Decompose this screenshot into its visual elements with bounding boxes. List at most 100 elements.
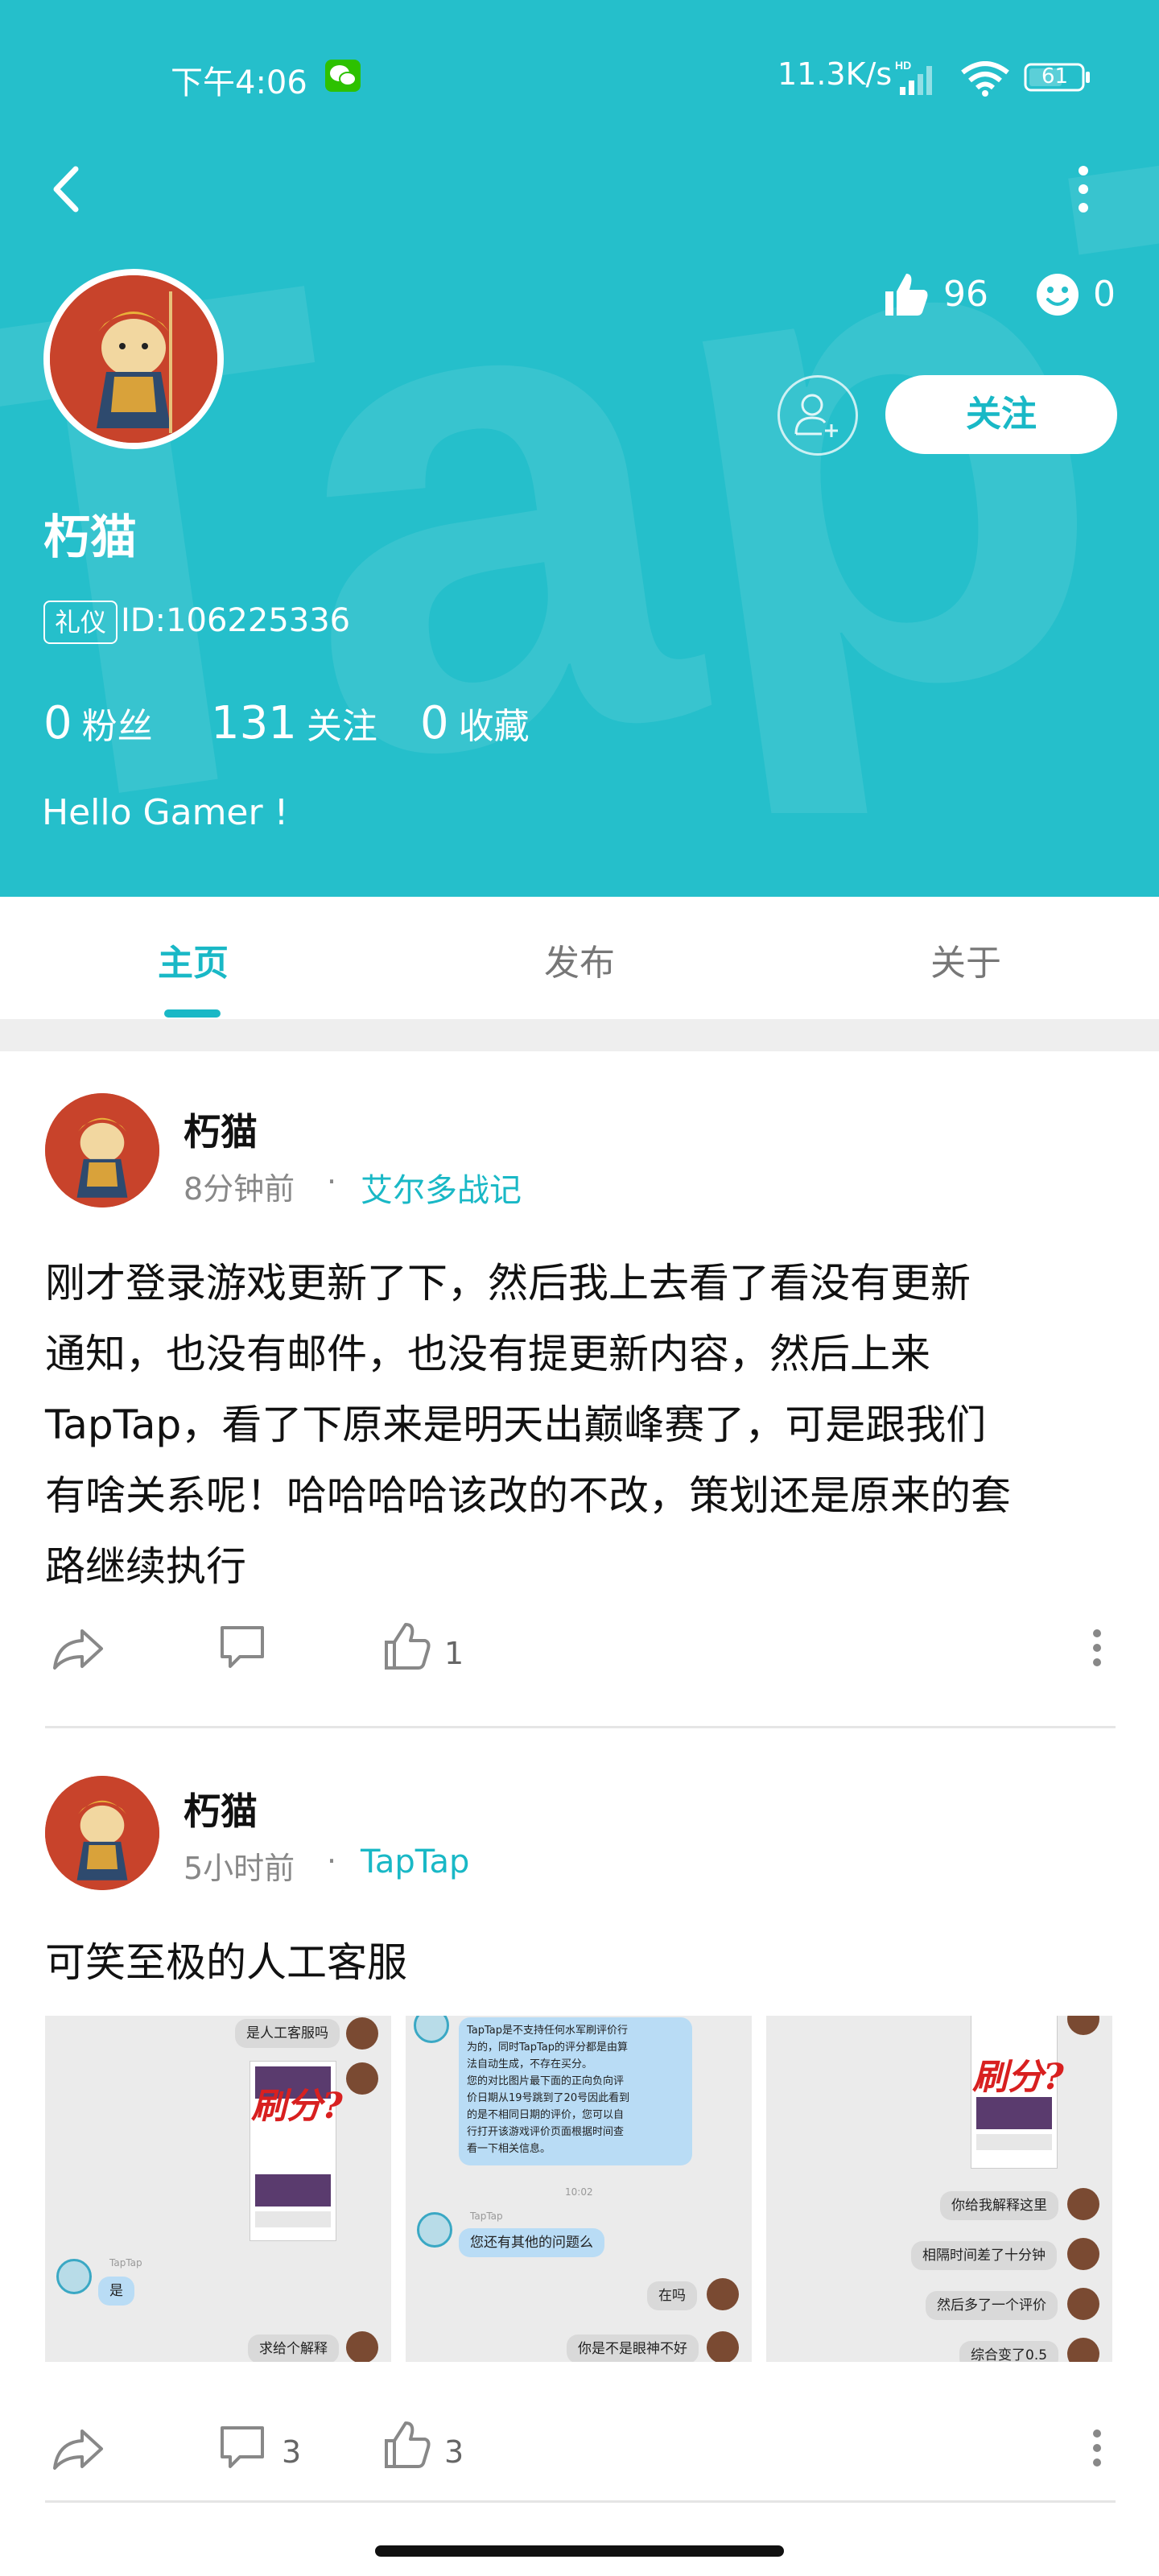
share-icon: [53, 1629, 103, 1670]
post-text-line: 可笑至极的人工客服: [45, 1939, 407, 1986]
signal-icon: HD: [895, 59, 932, 95]
section-divider: [0, 1019, 1159, 1051]
add-friend-button[interactable]: [777, 375, 858, 456]
tab-home[interactable]: 主页: [113, 934, 274, 985]
comment-icon: [221, 2426, 264, 2468]
share-button[interactable]: [50, 1624, 106, 1673]
sticker-text: 刷分?: [251, 2086, 343, 2127]
post-avatar[interactable]: [45, 1776, 159, 1890]
smile-count: 0: [1093, 274, 1116, 315]
followers-count[interactable]: 0 粉丝: [43, 697, 153, 749]
profile-tabs: 主页 发布 关于: [0, 897, 1159, 1019]
post-author[interactable]: 朽猫: [184, 1103, 258, 1156]
user-id: ID:106225336: [121, 602, 351, 639]
back-button[interactable]: [42, 161, 90, 217]
post-topic[interactable]: TapTap: [361, 1843, 469, 1880]
following-count[interactable]: 131 关注: [211, 697, 377, 749]
post-avatar[interactable]: [45, 1093, 159, 1208]
chat-bubble: 你是不是眼神不好: [567, 2334, 699, 2362]
thumbs-up-outline-icon: [385, 2421, 431, 2468]
count-number: 131: [211, 697, 297, 749]
sender-label: TapTap: [470, 2211, 503, 2222]
like-button[interactable]: [382, 2420, 431, 2470]
likes-stat: 96: [882, 267, 1043, 324]
user-name: 朽猫: [43, 510, 138, 564]
favorites-count[interactable]: 0 收藏: [420, 697, 530, 749]
status-time: 下午4:06: [171, 64, 307, 101]
network-speed: 11.3K/s: [777, 56, 893, 92]
chat-bubble-long: TapTap是不支持任何水军刷评价行 为的，同时TapTap的评分都是由算 法自…: [459, 2017, 692, 2165]
post-text-line: TapTap，看了下原来是明天出巅峰赛了，可是跟我们: [45, 1402, 987, 1448]
chat-bubble: 是: [98, 2277, 134, 2306]
chat-avatar: [1067, 2288, 1099, 2320]
avatar[interactable]: [43, 269, 224, 449]
wechat-icon: [325, 60, 361, 92]
smile-icon: [1037, 274, 1079, 316]
chat-bubble: 求给个解释: [248, 2334, 339, 2362]
thumbs-up-icon: [885, 274, 928, 316]
post-separator: [45, 1726, 1116, 1728]
comment-button[interactable]: [217, 2423, 267, 2473]
count-number: 0: [420, 697, 449, 749]
tab-posts[interactable]: 发布: [499, 934, 660, 985]
more-options-icon[interactable]: [1059, 161, 1107, 217]
home-indicator[interactable]: [375, 2545, 784, 2557]
chat-avatar: [1067, 2338, 1099, 2362]
post-more-button[interactable]: [1091, 1628, 1103, 1668]
taptap-avatar: [417, 2212, 452, 2248]
follow-button[interactable]: 关注: [885, 375, 1117, 454]
chat-avatar: [1067, 2188, 1099, 2220]
post-more-button[interactable]: [1091, 2428, 1103, 2468]
post-image-3[interactable]: 刷分? 你给我解释这里 相隔时间差了十分钟 然后多了一个评价 综合变了0.5: [766, 2016, 1112, 2362]
post-time: 5小时前: [184, 1851, 295, 1886]
post-time: 8分钟前: [184, 1171, 295, 1207]
post-body: 可笑至极的人工客服: [45, 1927, 1116, 1998]
like-count: 1: [444, 1636, 464, 1671]
chat-avatar: [707, 2331, 739, 2362]
meta-separator: ·: [327, 1843, 337, 1879]
post-text-line: 通知，也没有邮件，也没有提更新内容，然后上来: [45, 1331, 930, 1377]
more-vertical-icon: [1093, 1629, 1101, 1666]
chat-avatar: [1067, 2238, 1099, 2270]
taptap-avatar: [56, 2259, 92, 2294]
post-image-2[interactable]: TapTap是不支持任何水军刷评价行 为的，同时TapTap的评分都是由算 法自…: [406, 2016, 752, 2362]
post-separator: [45, 2500, 1116, 2503]
post-author[interactable]: 朽猫: [184, 1782, 258, 1835]
user-bio: Hello Gamer !: [42, 792, 289, 833]
notice-line: 法自动生成，不存在买分。: [467, 2058, 593, 2070]
share-button[interactable]: [50, 2425, 106, 2473]
chat-bubble: 综合变了0.5: [959, 2341, 1059, 2362]
wifi-icon: [961, 61, 1009, 97]
user-badge[interactable]: 礼仪: [43, 601, 118, 644]
smile-stat: 0: [1035, 267, 1132, 324]
chat-avatar: [346, 2331, 378, 2362]
post-topic[interactable]: 艾尔多战记: [361, 1164, 522, 1211]
count-label: 收藏: [458, 706, 530, 747]
comment-button[interactable]: [217, 1623, 267, 1673]
like-button[interactable]: [382, 1621, 431, 1671]
post-image-1[interactable]: 是人工客服吗 刷分? TapTap 是 求给个解释: [45, 2016, 391, 2362]
notice-line: TapTap是不支持任何水军刷评价行: [467, 2025, 629, 2037]
chat-bubble: 在吗: [647, 2281, 697, 2310]
chat-avatar: [346, 2017, 378, 2050]
chat-bubble: 您还有其他的问题么: [459, 2228, 604, 2257]
sender-label: TapTap: [109, 2257, 142, 2268]
notice-line: 您的对比图片最下面的正向负向评: [467, 2075, 625, 2087]
share-icon: [53, 2429, 103, 2470]
post-text-line: 有啥关系呢！哈哈哈哈该改的不改，策划还是原来的套: [45, 1472, 1011, 1519]
meta-separator: ·: [327, 1164, 337, 1199]
post-text-line: 刚才登录游戏更新了下，然后我上去看了看没有更新: [45, 1260, 971, 1307]
feed-post[interactable]: 朽猫 8分钟前 · 艾尔多战记 刚才登录游戏更新了下，然后我上去看了看没有更新 …: [0, 1051, 1159, 1731]
count-label: 关注: [306, 706, 377, 747]
tab-about[interactable]: 关于: [885, 934, 1046, 985]
likes-count: 96: [943, 274, 988, 315]
chat-avatar: [1067, 2016, 1099, 2035]
chat-bubble: 你给我解释这里: [940, 2191, 1058, 2220]
chat-bubble: 然后多了一个评价: [926, 2291, 1058, 2320]
comment-icon: [221, 1626, 264, 1668]
thumbs-up-outline-icon: [385, 1623, 431, 1670]
chat-avatar: [346, 2062, 378, 2095]
add-user-icon: [794, 394, 838, 437]
like-count: 3: [444, 2434, 464, 2470]
feed-post[interactable]: 朽猫 5小时前 · TapTap 可笑至极的人工客服 是人工客服吗 刷分? Ta…: [0, 1731, 1159, 2536]
